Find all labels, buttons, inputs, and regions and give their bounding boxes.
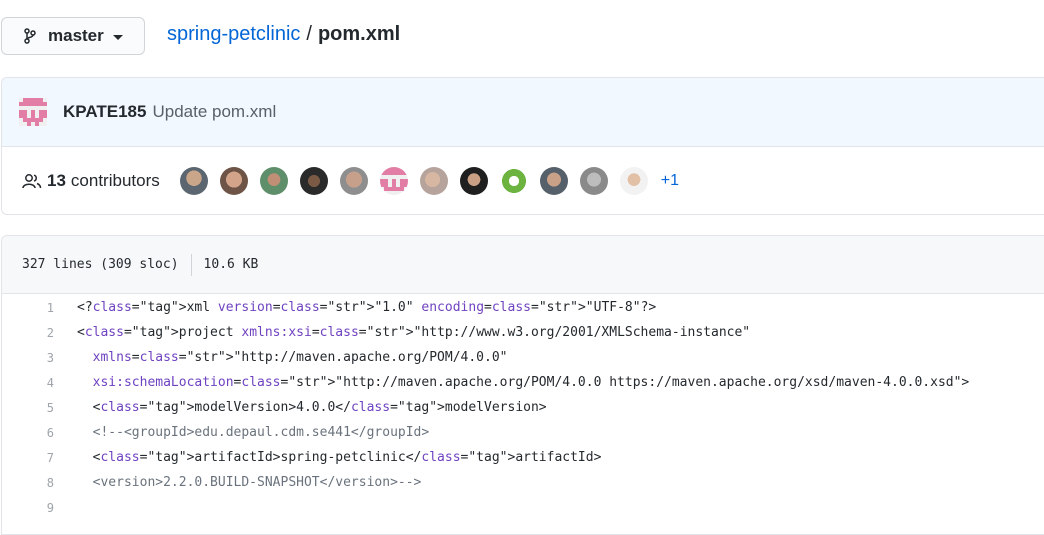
line-content: <!--<groupId>edu.depaul.cdm.se441</group… — [77, 425, 430, 440]
contributor-avatar[interactable] — [379, 167, 408, 195]
file-line-count: 327 lines (309 sloc) — [22, 257, 179, 272]
contributor-avatar[interactable] — [619, 167, 648, 195]
line-content: xsi:schemaLocation=class="str">"http://m… — [92, 375, 970, 390]
contributor-avatar[interactable] — [339, 167, 368, 195]
contributor-avatar[interactable] — [179, 167, 208, 195]
line-number[interactable]: 7 — [2, 451, 77, 465]
line-number[interactable]: 4 — [2, 376, 77, 390]
code-line: 9 — [2, 495, 1044, 520]
line-content: <class="tag">modelVersion>4.0.0</class="… — [77, 400, 547, 415]
file-viewer: 327 lines (309 sloc) 10.6 KB 1 <?class="t… — [1, 235, 1044, 535]
line-number[interactable]: 3 — [2, 351, 77, 365]
code-line: 5 <class="tag">modelVersion>4.0.0</class… — [2, 395, 1044, 420]
commit-author-link[interactable]: KPATE185 — [63, 102, 146, 122]
code-line: 8 <version>2.2.0.BUILD-SNAPSHOT</version… — [2, 470, 1044, 495]
line-content: <version>2.2.0.BUILD-SNAPSHOT</version>-… — [77, 475, 422, 490]
chevron-down-icon — [112, 34, 123, 40]
line-number[interactable]: 1 — [2, 301, 77, 315]
breadcrumb: spring-petclinic / pom.xml — [167, 22, 400, 46]
line-number[interactable]: 5 — [2, 401, 77, 415]
branch-name: master — [48, 26, 104, 45]
code-line: 6 <!--<groupId>edu.depaul.cdm.se441</gro… — [2, 420, 1044, 445]
branch-select-button[interactable]: master — [1, 17, 145, 55]
contributor-avatar[interactable] — [579, 167, 608, 195]
line-content: xmlns=class="str">"http://maven.apache.o… — [92, 350, 508, 365]
contributor-avatar[interactable] — [539, 167, 568, 195]
code-line: 2 <class="tag">project xmlns:xsi=class="s… — [2, 320, 1044, 345]
contributor-avatar[interactable] — [459, 167, 488, 195]
contributor-avatar[interactable] — [259, 167, 288, 195]
line-content: <class="tag">artifactId>spring-petclinic… — [77, 450, 602, 465]
git-branch-icon — [24, 28, 36, 44]
contributor-avatar[interactable] — [219, 167, 248, 195]
breadcrumb-file: pom.xml — [317, 23, 401, 45]
contributor-avatar[interactable] — [299, 167, 328, 195]
contributors-row: 13 contributors +1 — [2, 147, 1044, 214]
line-content: <class="tag">project xmlns:xsi=class="st… — [77, 325, 751, 340]
line-content: <?class="tag">xml version=class="str">"1… — [77, 300, 657, 315]
contributor-avatars — [179, 167, 660, 195]
code-line: 3 xmlns=class="str">"http://maven.apache… — [2, 345, 1044, 370]
breadcrumb-separator: / — [306, 23, 312, 45]
contributor-avatar[interactable] — [419, 167, 448, 195]
line-number[interactable]: 2 — [2, 326, 77, 340]
latest-commit-box: KPATE185 Update pom.xml 13 contributors — [1, 77, 1044, 215]
more-contributors-link[interactable]: +1 — [661, 172, 679, 190]
line-number[interactable]: 8 — [2, 476, 77, 490]
commit-header: KPATE185 Update pom.xml — [2, 78, 1044, 147]
commit-message-link[interactable]: Update pom.xml — [152, 102, 276, 122]
file-info-bar: 327 lines (309 sloc) 10.6 KB — [2, 236, 1044, 294]
contributors-label[interactable]: contributors — [71, 171, 160, 191]
code-line: 1 <?class="tag">xml version=class="str">"… — [2, 295, 1044, 320]
line-number[interactable]: 9 — [2, 501, 77, 515]
code-line: 4 xsi:schemaLocation=class="str">"http:/… — [2, 370, 1044, 395]
people-icon — [22, 174, 42, 189]
author-avatar[interactable] — [19, 98, 47, 126]
contributor-avatar[interactable] — [499, 167, 528, 195]
breadcrumb-repo-link[interactable]: spring-petclinic — [167, 23, 300, 45]
code-line: 7 <class="tag">artifactId>spring-petclin… — [2, 445, 1044, 470]
code-view: 1 <?class="tag">xml version=class="str">"… — [2, 294, 1044, 520]
contributors-count[interactable]: 13 — [47, 171, 66, 191]
file-info-divider — [190, 253, 192, 276]
line-number[interactable]: 6 — [2, 426, 77, 440]
file-size: 10.6 KB — [203, 257, 259, 272]
